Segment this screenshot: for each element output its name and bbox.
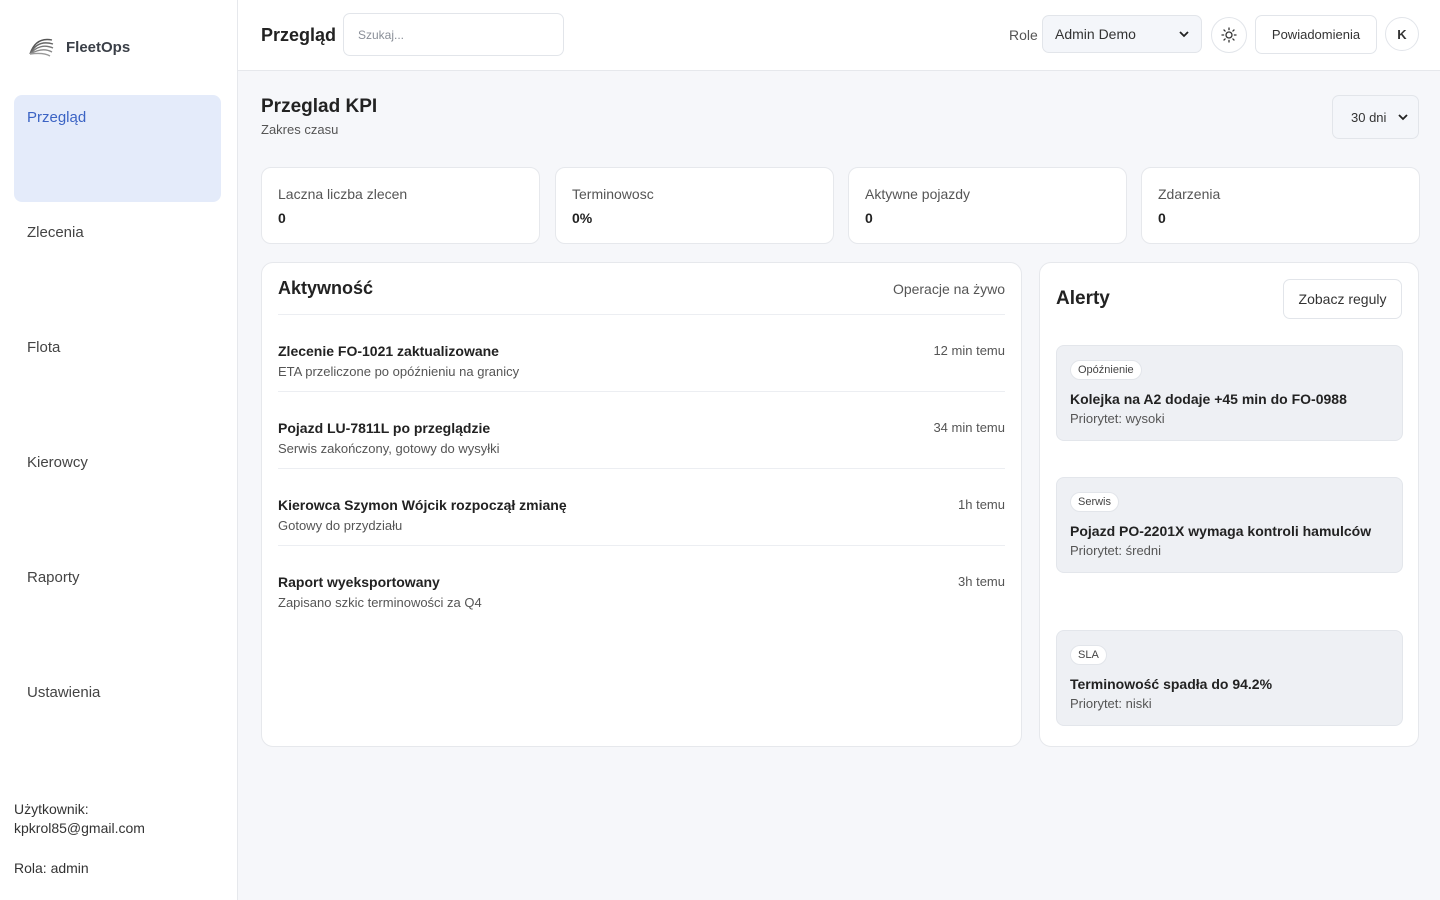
alert-priority: Priorytet: średni xyxy=(1070,543,1162,558)
activity-item-title: Pojazd LU-7811L po przeglądzie xyxy=(278,420,491,436)
activity-item-time: 1h temu xyxy=(958,497,1005,512)
view-rules-button[interactable]: Zobacz reguly xyxy=(1283,279,1402,319)
sidebar-user-info: Użytkownik: kpkrol85@gmail.com Rola: adm… xyxy=(14,800,145,878)
time-range-select[interactable]: 30 dni xyxy=(1332,95,1419,139)
alerts-title: Alerty xyxy=(1056,288,1110,309)
alert-item[interactable]: Opóźnienie Kolejka na A2 dodaje +45 min … xyxy=(1056,345,1403,441)
avatar[interactable]: K xyxy=(1385,17,1419,51)
activity-item-title: Raport wyeksportowany xyxy=(278,574,440,590)
stat-value: 0 xyxy=(1158,210,1166,226)
activity-header: Aktywność Operacje na żywo xyxy=(278,263,1005,315)
alert-item[interactable]: SLA Terminowość spadła do 94.2% Prioryte… xyxy=(1056,630,1403,726)
page-title: Przegląd xyxy=(261,25,337,45)
activity-item-desc: Gotowy do przydziału xyxy=(278,518,403,533)
notifications-button[interactable]: Powiadomienia xyxy=(1255,15,1377,54)
alert-tag: Opóźnienie xyxy=(1070,360,1142,380)
stat-label: Terminowosc xyxy=(572,186,654,202)
stat-value: 0% xyxy=(572,210,593,226)
chevron-down-icon xyxy=(1398,114,1408,121)
sidebar-item-raporty[interactable]: Raporty xyxy=(14,555,221,662)
sidebar-item-przeglad[interactable]: Przegląd xyxy=(14,95,221,202)
stat-label: Laczna liczba zlecen xyxy=(278,186,408,202)
stat-card-punctuality: Terminowosc 0% xyxy=(555,167,834,244)
sidebar-item-flota[interactable]: Flota xyxy=(14,325,221,432)
alert-title: Terminowość spadła do 94.2% xyxy=(1070,676,1273,692)
alert-title: Kolejka na A2 dodaje +45 min do FO-0988 xyxy=(1070,391,1347,407)
alert-priority: Priorytet: wysoki xyxy=(1070,411,1165,426)
alerts-card: Alerty Zobacz reguly Opóźnienie Kolejka … xyxy=(1039,262,1419,747)
list-item[interactable]: Pojazd LU-7811L po przeglądzie Serwis za… xyxy=(278,392,1005,469)
list-item[interactable]: Kierowca Szymon Wójcik rozpoczął zmianę … xyxy=(278,469,1005,546)
sidebar-item-kierowcy[interactable]: Kierowcy xyxy=(14,440,221,547)
search-input[interactable] xyxy=(343,13,564,56)
stat-value: 0 xyxy=(865,210,873,226)
alert-priority: Priorytet: niski xyxy=(1070,696,1152,711)
user-label: Użytkownik: xyxy=(14,801,89,817)
activity-item-time: 3h temu xyxy=(958,574,1005,589)
stat-card-orders: Laczna liczba zlecen 0 xyxy=(261,167,540,244)
role-select-value: Admin Demo xyxy=(1055,26,1136,42)
activity-item-title: Kierowca Szymon Wójcik rozpoczął zmianę xyxy=(278,497,567,513)
theme-toggle-button[interactable] xyxy=(1211,17,1247,53)
kpi-subtitle: Zakres czasu xyxy=(261,122,339,137)
stat-label: Zdarzenia xyxy=(1158,186,1221,202)
activity-item-title: Zlecenie FO-1021 zaktualizowane xyxy=(278,343,499,359)
role-select[interactable]: Admin Demo xyxy=(1042,15,1202,53)
kpi-title: Przeglad KPI xyxy=(261,96,378,117)
list-item[interactable]: Zlecenie FO-1021 zaktualizowane ETA prze… xyxy=(278,315,1005,392)
activity-item-desc: Zapisano szkic terminowości za Q4 xyxy=(278,595,482,610)
activity-item-desc: ETA przeliczone po opóźnieniu na granicy xyxy=(278,364,520,379)
brand-name: FleetOps xyxy=(66,38,131,56)
time-range-value: 30 dni xyxy=(1351,109,1387,125)
activity-title: Aktywność xyxy=(278,278,374,298)
activity-item-time: 34 min temu xyxy=(933,420,1005,435)
fleetops-logo-icon xyxy=(29,38,54,57)
sidebar-item-ustawienia[interactable]: Ustawienia xyxy=(14,670,221,777)
activity-item-time: 12 min temu xyxy=(933,343,1005,358)
stat-label: Aktywne pojazdy xyxy=(865,186,971,202)
stat-value: 0 xyxy=(278,210,286,226)
stat-card-active-vehicles: Aktywne pojazdy 0 xyxy=(848,167,1127,244)
activity-card: Aktywność Operacje na żywo Zlecenie FO-1… xyxy=(261,262,1022,747)
alert-title: Pojazd PO-2201X wymaga kontroli hamulców xyxy=(1070,523,1372,539)
sidebar-item-zlecenia[interactable]: Zlecenia xyxy=(14,210,221,317)
user-email: kpkrol85@gmail.com xyxy=(14,820,145,836)
topbar: Przegląd Role Admin Demo Powiadomienia K xyxy=(238,0,1440,71)
list-item[interactable]: Raport wyeksportowany Zapisano szkic ter… xyxy=(278,546,1005,623)
sidebar-nav: Przegląd Zlecenia Flota Kierowcy Raporty… xyxy=(14,95,221,785)
sun-icon xyxy=(1221,27,1237,43)
role-label: Role xyxy=(1009,27,1038,43)
chevron-down-icon xyxy=(1179,31,1189,38)
activity-item-desc: Serwis zakończony, gotowy do wysyłki xyxy=(278,441,500,456)
stat-card-events: Zdarzenia 0 xyxy=(1141,167,1420,244)
sidebar: FleetOps Przegląd Zlecenia Flota Kierowc… xyxy=(0,0,238,900)
live-operations-label: Operacje na żywo xyxy=(892,280,1005,297)
user-role: Rola: admin xyxy=(14,860,89,876)
alerts-header: Alerty Zobacz reguly xyxy=(1056,263,1402,335)
brand-logo[interactable]: FleetOps xyxy=(26,32,130,62)
alert-item[interactable]: Serwis Pojazd PO-2201X wymaga kontroli h… xyxy=(1056,477,1403,573)
alert-tag: SLA xyxy=(1070,645,1107,665)
alert-tag: Serwis xyxy=(1070,492,1120,512)
